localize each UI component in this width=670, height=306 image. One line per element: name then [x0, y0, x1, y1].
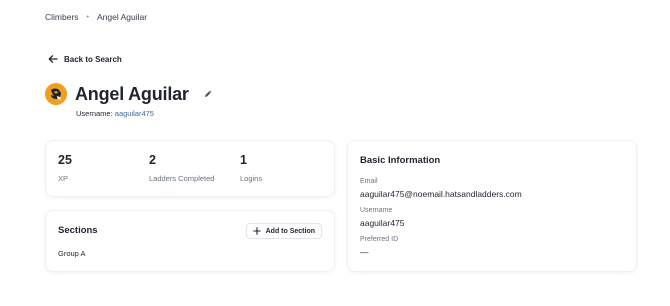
field-label: Preferred ID: [360, 236, 399, 243]
breadcrumb: Climbers • Angel Aguilar: [45, 12, 147, 22]
username-value: aaguilar475: [114, 109, 154, 118]
basic-information-card: Basic Information Email aaguilar475@noem…: [348, 141, 636, 271]
add-to-section-button[interactable]: Add to Section: [245, 223, 322, 239]
stat-label: XP: [58, 174, 69, 183]
stats-card: 25 XP 2 Ladders Completed 1 Logins: [46, 141, 334, 196]
stat-ladders-completed: 2 Ladders Completed: [149, 153, 214, 183]
back-to-search-label: Back to Search: [64, 54, 122, 64]
stat-value: 2: [149, 153, 156, 167]
email-field: Email aaguilar475@noemail.hatsandladders…: [360, 178, 522, 199]
field-value: aaguilar475@noemail.hatsandladders.com: [360, 189, 522, 199]
stat-xp: 25 XP: [58, 153, 72, 183]
sections-card: Sections Add to Section Group A: [46, 211, 334, 271]
breadcrumb-climbers-link[interactable]: Climbers: [45, 12, 79, 22]
stat-label: Ladders Completed: [149, 174, 215, 183]
plus-icon: [252, 227, 261, 235]
stat-value: 25: [58, 153, 72, 167]
field-value: —: [360, 247, 369, 257]
stat-value: 1: [240, 153, 247, 167]
climber-profile-page: Climbers • Angel Aguilar Back to Search …: [0, 0, 670, 306]
back-to-search-link[interactable]: Back to Search: [48, 54, 122, 64]
section-item[interactable]: Group A: [58, 249, 86, 258]
username-field: Username aaguilar475: [360, 207, 404, 228]
preferred-id-field: Preferred ID —: [360, 236, 398, 257]
avatar: [45, 83, 67, 105]
add-to-section-label: Add to Section: [265, 227, 315, 235]
field-label: Email: [360, 178, 378, 185]
basic-information-title: Basic Information: [360, 155, 441, 166]
field-value: aaguilar475: [360, 218, 405, 228]
stat-label: Logins: [240, 174, 263, 183]
stat-logins: 1 Logins: [240, 153, 262, 183]
sections-title: Sections: [58, 225, 98, 236]
field-label: Username: [360, 207, 393, 214]
profile-header: Angel Aguilar Username: aaguilar475: [45, 83, 213, 118]
arrow-left-icon: [48, 55, 58, 63]
pencil-icon[interactable]: [203, 89, 213, 99]
climber-name: Angel Aguilar: [75, 83, 189, 104]
breadcrumb-current: Angel Aguilar: [96, 12, 148, 22]
username-line: Username: aaguilar475: [76, 109, 213, 118]
username-label: Username:: [76, 109, 113, 118]
breadcrumb-separator: •: [86, 13, 89, 21]
